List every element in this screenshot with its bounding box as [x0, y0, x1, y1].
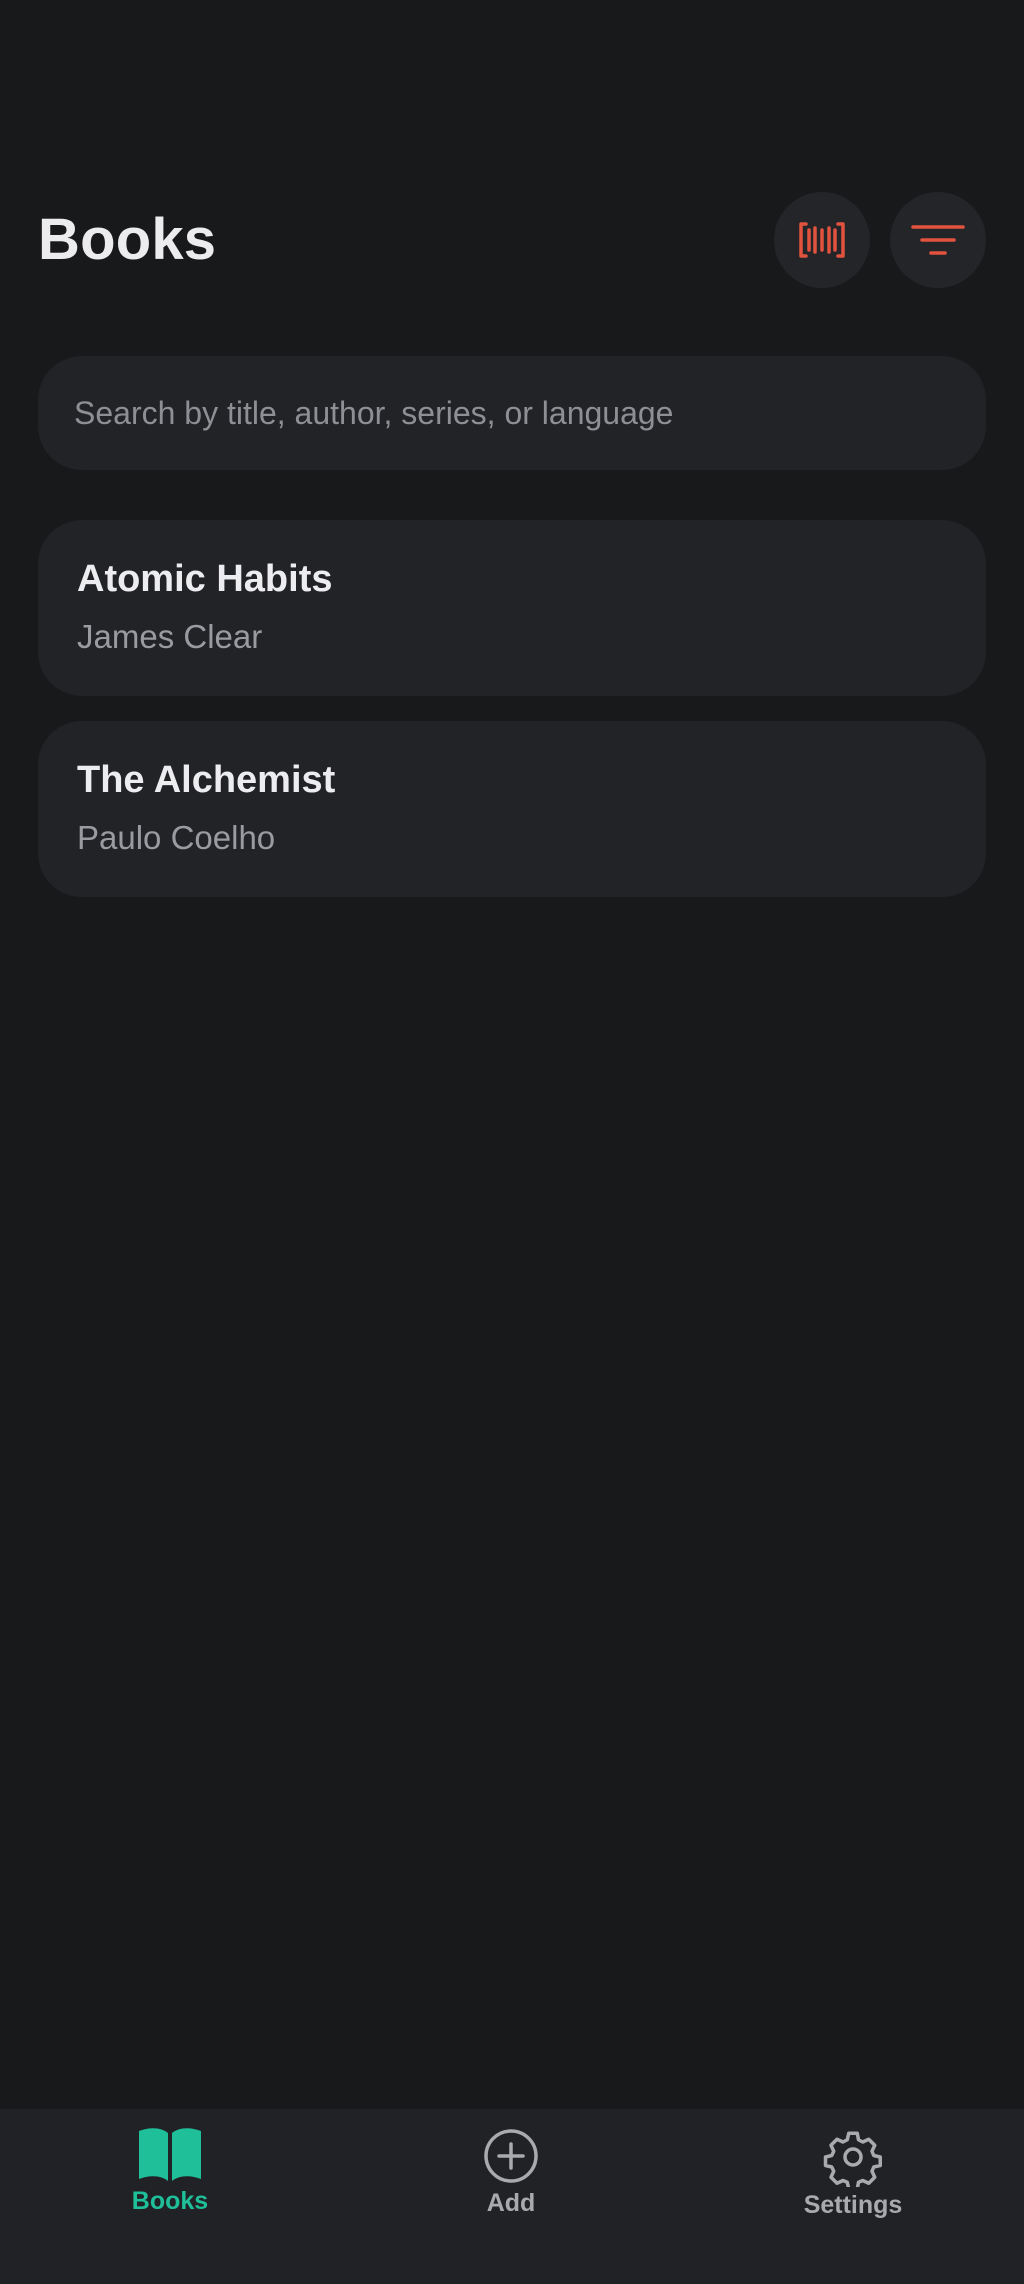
header: Books — [38, 192, 986, 288]
nav-item-books[interactable]: Books — [70, 2127, 270, 2237]
nav-item-label: Books — [131, 2187, 209, 2215]
books-screen: Books Search by title, author, series, o… — [0, 0, 1024, 2284]
barcode-scan-icon — [799, 222, 845, 258]
book-title: The Alchemist — [77, 759, 336, 801]
search-input[interactable] — [38, 356, 986, 470]
open-book-icon — [139, 2128, 201, 2181]
filter-icon — [911, 225, 965, 255]
book-card-the-alchemist[interactable]: The Alchemist Paulo Coelho — [38, 721, 986, 897]
nav-item-label: Add — [486, 2189, 536, 2217]
filter-button[interactable] — [890, 192, 986, 288]
nav-item-settings[interactable]: Settings — [753, 2127, 953, 2237]
book-title: Atomic Habits — [77, 558, 333, 600]
bottom-navigation: Books Add Settings — [0, 2109, 1024, 2284]
add-circle-icon — [484, 2129, 538, 2183]
book-author: James Clear — [77, 618, 263, 655]
book-card-atomic-habits[interactable]: Atomic Habits James Clear — [38, 520, 986, 696]
gear-icon — [823, 2131, 882, 2187]
scan-barcode-button[interactable] — [774, 192, 870, 288]
nav-item-add[interactable]: Add — [411, 2127, 611, 2237]
book-author: Paulo Coelho — [77, 819, 276, 856]
page-title: Books — [38, 207, 217, 272]
nav-item-label: Settings — [803, 2191, 903, 2219]
